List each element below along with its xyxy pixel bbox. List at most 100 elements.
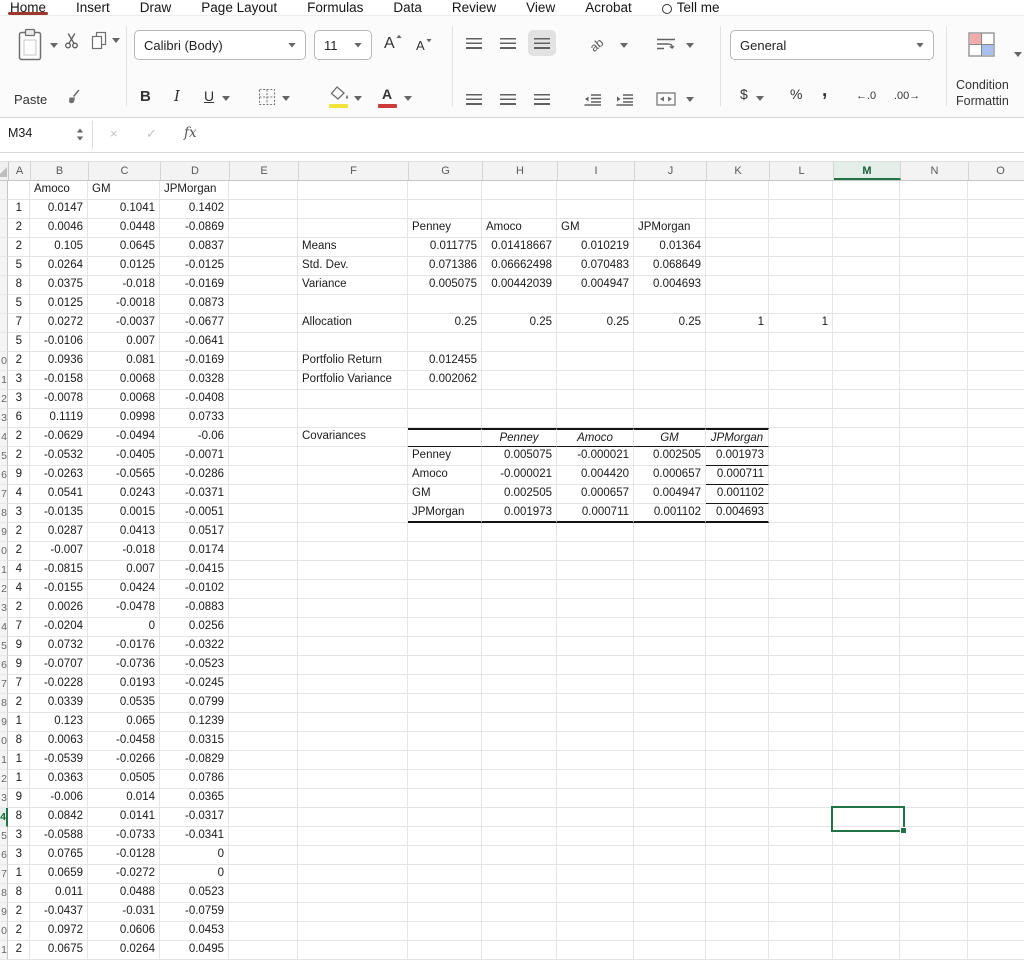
cell-C6[interactable]: -0.018 [88,276,160,295]
cell-B39[interactable]: -0.0437 [30,903,88,922]
cell-I26[interactable] [557,656,634,675]
cell-K29[interactable] [706,713,769,732]
cell-O36[interactable] [968,846,1024,865]
fill-color-chevron-icon[interactable] [354,96,362,101]
cell-J28[interactable] [634,694,706,713]
cell-C35[interactable]: -0.0733 [88,827,160,846]
row-header-21[interactable]: 1 [0,561,8,580]
cell-N7[interactable] [900,295,968,314]
cell-M9[interactable] [833,333,900,352]
cell-C29[interactable]: 0.065 [88,713,160,732]
cell-C2[interactable]: 0.1041 [88,200,160,219]
cell-A10[interactable]: 2 [8,352,30,371]
cell-J4[interactable]: 0.01364 [634,238,706,257]
cell-I25[interactable] [557,637,634,656]
cell-C41[interactable]: 0.0264 [88,941,160,960]
cell-A34[interactable]: 8 [8,808,30,827]
cell-L41[interactable] [769,941,833,960]
cell-B21[interactable]: -0.0815 [30,561,88,580]
cell-J25[interactable] [634,637,706,656]
cell-C10[interactable]: 0.081 [88,352,160,371]
cell-M11[interactable] [833,371,900,390]
cell-K19[interactable] [706,523,769,542]
cell-J32[interactable] [634,770,706,789]
cell-L12[interactable] [769,390,833,409]
comma-style-button[interactable]: , [822,80,827,102]
cell-D34[interactable]: -0.0317 [160,808,229,827]
cell-I23[interactable] [557,599,634,618]
cell-E29[interactable] [229,713,298,732]
cell-F41[interactable] [298,941,408,960]
cell-G21[interactable] [408,561,482,580]
cell-N10[interactable] [900,352,968,371]
cell-D15[interactable]: -0.0071 [160,447,229,466]
cell-A24[interactable]: 7 [8,618,30,637]
cell-D16[interactable]: -0.0286 [160,466,229,485]
cell-E13[interactable] [229,409,298,428]
cell-D24[interactable]: 0.0256 [160,618,229,637]
row-header-34[interactable]: 4 [0,808,8,827]
cell-D21[interactable]: -0.0415 [160,561,229,580]
cell-G14[interactable] [408,428,482,447]
cell-I21[interactable] [557,561,634,580]
cell-C28[interactable]: 0.0535 [88,694,160,713]
cell-F4[interactable]: Means [298,238,408,257]
row-header-6[interactable] [0,276,8,295]
cell-E37[interactable] [229,865,298,884]
row-header-10[interactable]: 0 [0,352,8,371]
cell-I4[interactable]: 0.010219 [557,238,634,257]
cell-G25[interactable] [408,637,482,656]
cell-J27[interactable] [634,675,706,694]
menu-tab-data[interactable]: Data [393,1,422,15]
cell-L36[interactable] [769,846,833,865]
cell-J3[interactable]: JPMorgan [634,219,706,238]
cell-L39[interactable] [769,903,833,922]
cell-D2[interactable]: 0.1402 [160,200,229,219]
cell-E4[interactable] [229,238,298,257]
cell-D14[interactable]: -0.06 [160,428,229,447]
cell-G31[interactable] [408,751,482,770]
cell-A17[interactable]: 4 [8,485,30,504]
decrease-indent-icon[interactable] [584,94,602,106]
cell-C36[interactable]: -0.0128 [88,846,160,865]
cell-F38[interactable] [298,884,408,903]
cell-L37[interactable] [769,865,833,884]
column-header-A[interactable]: A [9,162,31,180]
cell-A21[interactable]: 4 [8,561,30,580]
cell-E25[interactable] [229,637,298,656]
column-header-M[interactable]: M [834,162,901,180]
cell-H30[interactable] [482,732,557,751]
cell-N29[interactable] [900,713,968,732]
cell-B22[interactable]: -0.0155 [30,580,88,599]
cell-F28[interactable] [298,694,408,713]
cell-M24[interactable] [833,618,900,637]
row-header-16[interactable]: 6 [0,466,8,485]
cell-F8[interactable]: Allocation [298,314,408,333]
cell-N41[interactable] [900,941,968,960]
shrink-font-button[interactable]: A [416,38,433,53]
cell-B1[interactable]: Amoco [30,181,88,200]
cell-N35[interactable] [900,827,968,846]
cell-M41[interactable] [833,941,900,960]
cell-M25[interactable] [833,637,900,656]
cell-D7[interactable]: 0.0873 [160,295,229,314]
cell-I19[interactable] [557,523,634,542]
cell-D37[interactable]: 0 [160,865,229,884]
cell-L30[interactable] [769,732,833,751]
cell-J34[interactable] [634,808,706,827]
cell-H3[interactable]: Amoco [482,219,557,238]
cell-F27[interactable] [298,675,408,694]
decrease-decimal-button[interactable]: .00→ [894,90,920,102]
cell-C38[interactable]: 0.0488 [88,884,160,903]
cell-F36[interactable] [298,846,408,865]
cell-N34[interactable] [900,808,968,827]
cell-C34[interactable]: 0.0141 [88,808,160,827]
cell-D28[interactable]: 0.0799 [160,694,229,713]
cell-G40[interactable] [408,922,482,941]
cell-B36[interactable]: 0.0765 [30,846,88,865]
row-header-14[interactable]: 4 [0,428,8,447]
row-header-36[interactable]: 6 [0,846,8,865]
cell-K21[interactable] [706,561,769,580]
cell-C24[interactable]: 0 [88,618,160,637]
cell-K18[interactable]: 0.004693 [706,504,769,523]
